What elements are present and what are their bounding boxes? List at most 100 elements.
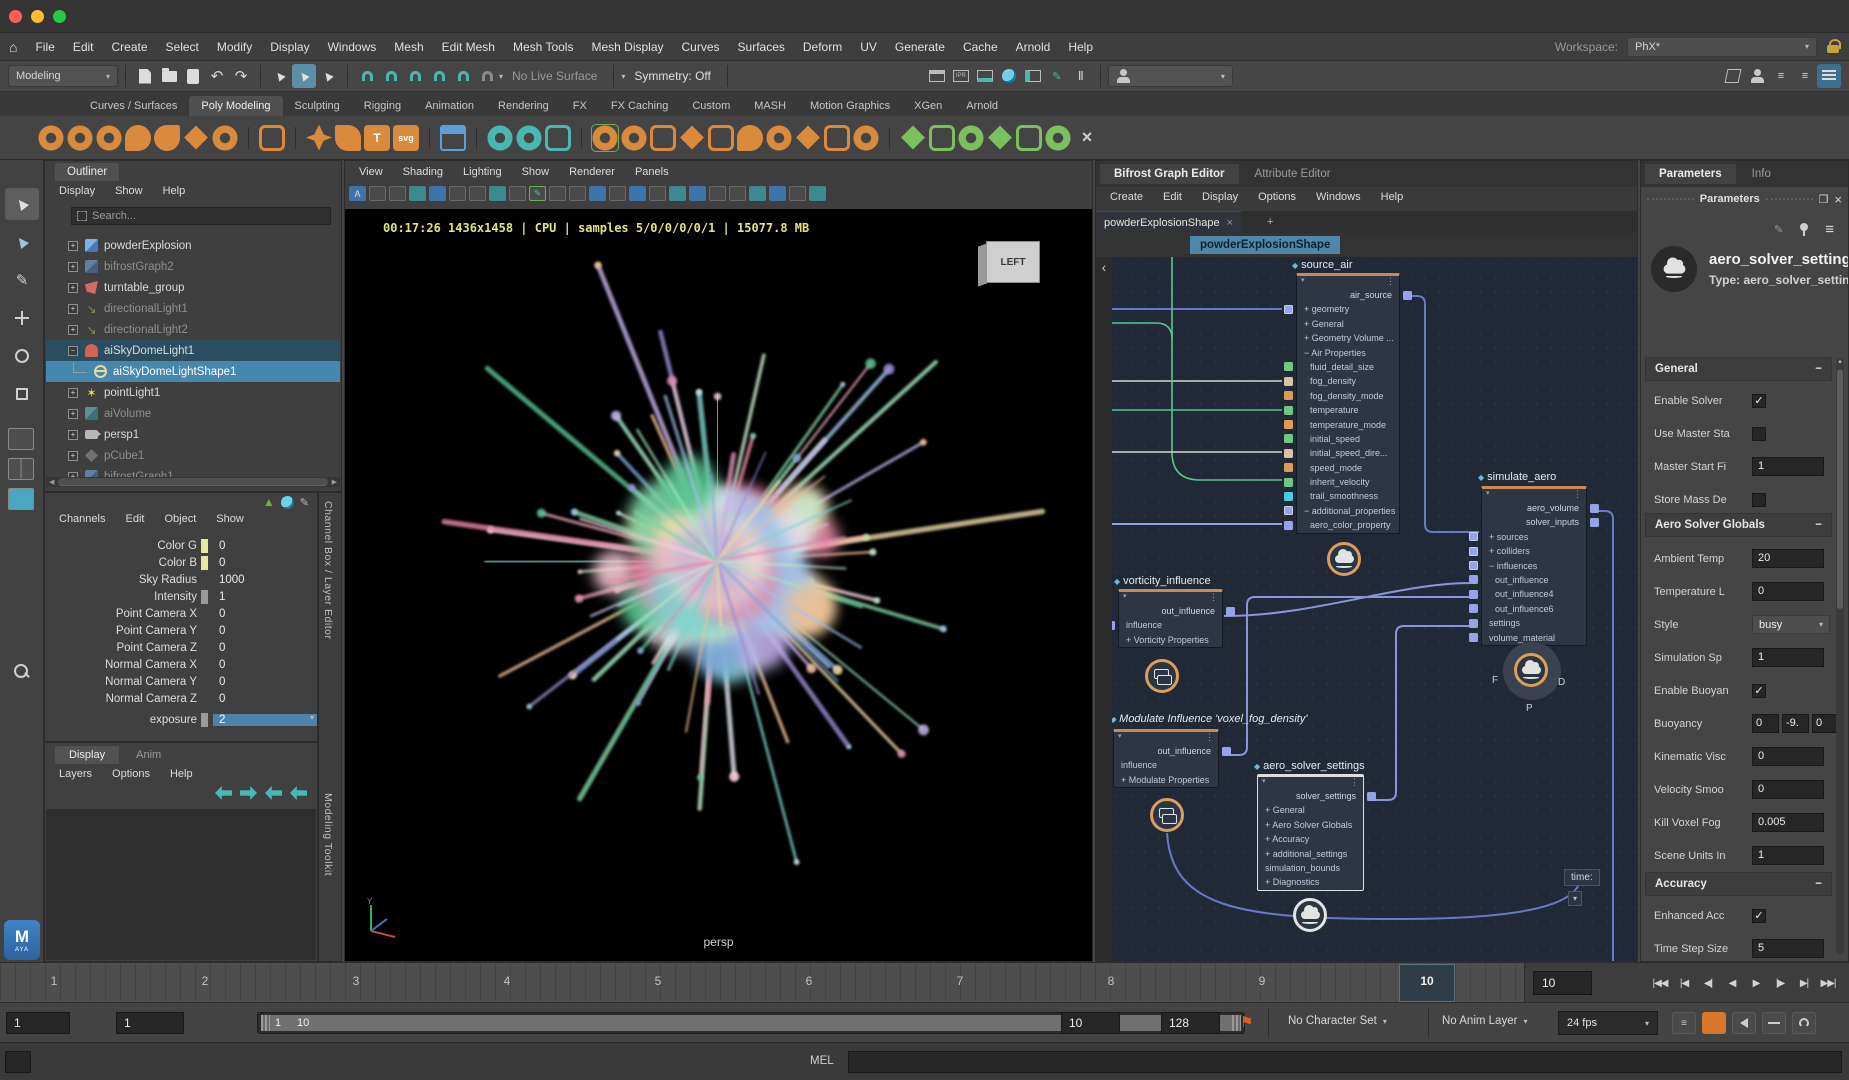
bevel-icon[interactable] (795, 125, 821, 151)
input-port[interactable] (1284, 463, 1293, 472)
frame-tick[interactable]: 3 (353, 974, 360, 988)
frame-tick[interactable]: 2 (202, 974, 209, 988)
frame-tick[interactable]: 5 (655, 974, 662, 988)
character-set-icon[interactable]: ▲ (263, 495, 275, 509)
camera-attributes-icon[interactable] (389, 186, 406, 201)
close-window-icon[interactable] (9, 10, 22, 23)
play-button[interactable]: ▶ (1744, 970, 1768, 996)
shelf-tab[interactable]: Rendering (486, 96, 561, 116)
input-port[interactable] (1469, 633, 1478, 642)
number-field[interactable]: 0.005 (1752, 813, 1824, 832)
channel-object-menu[interactable]: Object (156, 511, 204, 527)
menu-deform[interactable]: Deform (794, 40, 851, 54)
wheel-d-label[interactable]: D (1558, 677, 1565, 688)
shelf-tab[interactable]: FX Caching (599, 96, 680, 116)
hypershade-icon[interactable]: ✎ (1045, 64, 1069, 88)
shelf-tab[interactable]: Curves / Surfaces (78, 96, 189, 116)
shelf-tab[interactable]: Arnold (954, 96, 1010, 116)
checkbox[interactable] (1752, 427, 1766, 441)
layer-stack-icon[interactable] (1817, 64, 1841, 88)
type-tool-icon[interactable]: T (364, 125, 390, 151)
scale-tool-icon[interactable] (5, 378, 39, 410)
graph-edit-menu[interactable]: Edit (1155, 189, 1190, 209)
frame-tick[interactable]: 9 (1259, 974, 1266, 988)
input-port[interactable] (1284, 449, 1293, 458)
menu-icon[interactable]: ≡ (1825, 221, 1834, 238)
character-set-select[interactable]: No Character Set▾ (1288, 1015, 1387, 1027)
layer-options-menu[interactable]: Options (104, 766, 158, 782)
maya-home-icon[interactable]: ⌂ (0, 39, 26, 55)
tab-channel-box-layer-editor[interactable]: Channel Box / Layer Editor (322, 501, 334, 640)
plane-tool-icon[interactable] (183, 125, 209, 151)
paint-select-tool-icon[interactable]: ✎ (5, 264, 39, 296)
layer-tab-anim[interactable]: Anim (122, 746, 175, 764)
number-field[interactable]: 0 (1812, 714, 1839, 733)
breadcrumb-chip[interactable]: powderExplosionShape (1190, 236, 1340, 254)
select-camera-icon[interactable]: A (349, 186, 366, 201)
field-chart-icon[interactable] (569, 186, 586, 201)
input-port[interactable] (1284, 506, 1293, 515)
outliner-h-scrollbar[interactable]: ◀ ▶ (46, 477, 340, 487)
shelf-tab[interactable]: XGen (902, 96, 954, 116)
textured-icon[interactable] (709, 186, 726, 201)
lighting-menu[interactable]: Lighting (455, 164, 510, 180)
symmetry-label[interactable]: Symmetry: Off (625, 69, 719, 83)
rotate-tool-icon[interactable] (5, 340, 39, 372)
node-vorticity-influence[interactable]: ▾⋮ out_influence influence + Vorticity P… (1118, 589, 1223, 648)
fps-select[interactable]: 24 fps▾ (1558, 1011, 1658, 1035)
menu-uv[interactable]: UV (851, 40, 886, 54)
ep-curve-icon[interactable] (621, 125, 647, 151)
snap-to-view-plane-icon[interactable] (451, 64, 475, 88)
input-port-geometry[interactable] (1284, 305, 1293, 314)
command-input[interactable] (848, 1051, 1842, 1073)
pause-viewport-icon[interactable]: Ⅱ (1069, 64, 1093, 88)
view-cube[interactable]: LEFT (986, 241, 1040, 283)
section-general[interactable]: General− (1645, 357, 1832, 381)
shelf-tab[interactable]: Motion Graphics (798, 96, 902, 116)
source-air-cloud-badge[interactable] (1327, 542, 1361, 576)
open-scene-icon[interactable] (157, 64, 181, 88)
gate-mask-icon[interactable] (549, 186, 566, 201)
graph-windows-menu[interactable]: Windows (1308, 189, 1369, 209)
step-forward-frame-button[interactable]: |▶ (1768, 970, 1792, 996)
channel-row[interactable]: Color G0 (45, 537, 317, 554)
outliner-item-directionalLight2[interactable]: +↘directionalLight2 (46, 319, 327, 340)
tab-bifrost-graph-editor[interactable]: Bifrost Graph Editor (1100, 164, 1239, 184)
shelf-tab[interactable]: Sculpting (283, 96, 352, 116)
ao-icon[interactable] (769, 186, 786, 201)
node-label-modulate-influence[interactable]: ◆Modulate Influence 'voxel_fog_density' (1110, 713, 1307, 725)
renderer-menu[interactable]: Renderer (561, 164, 623, 180)
current-frame-tick[interactable]: 10 (1420, 974, 1433, 988)
menu-edit[interactable]: Edit (64, 40, 103, 54)
output-port[interactable] (1403, 291, 1412, 300)
shelf-tab-active[interactable]: Poly Modeling (189, 96, 282, 116)
time-node-expander[interactable]: ▾ (1568, 891, 1582, 906)
shelf-tab[interactable]: MASH (742, 96, 798, 116)
cone-tool-icon[interactable] (125, 125, 151, 151)
undo-icon[interactable]: ↶ (205, 64, 229, 88)
menu-mesh[interactable]: Mesh (385, 40, 432, 54)
view-menu[interactable]: View (351, 164, 391, 180)
channel-row[interactable]: Intensity1 (45, 588, 317, 605)
curve-tool-icon[interactable] (592, 125, 618, 151)
shadows-icon[interactable] (749, 186, 766, 201)
resolution-gate-icon[interactable] (589, 186, 606, 201)
input-port[interactable] (1469, 590, 1478, 599)
command-language-label[interactable]: MEL (810, 1055, 834, 1067)
move-tool-icon[interactable] (5, 302, 39, 334)
frame-tick[interactable]: 8 (1108, 974, 1115, 988)
menu-select[interactable]: Select (157, 40, 208, 54)
number-field[interactable]: -9. (1782, 714, 1809, 733)
channel-show-menu[interactable]: Show (208, 511, 252, 527)
zoom-window-icon[interactable] (53, 10, 66, 23)
outliner-item-pointLight1[interactable]: +✶pointLight1 (46, 382, 327, 403)
ui-table-icon[interactable] (440, 125, 466, 151)
multi-cut-icon[interactable] (679, 125, 705, 151)
section-accuracy[interactable]: Accuracy− (1645, 872, 1832, 896)
step-back-frame-button[interactable]: ◀| (1696, 970, 1720, 996)
new-layer-icon[interactable] (290, 786, 307, 800)
lasso-tool-icon[interactable] (5, 226, 39, 258)
node-label-vorticity-influence[interactable]: ◆vorticity_influence (1114, 575, 1211, 587)
playback-options-icon[interactable]: ≡ (1672, 1012, 1696, 1034)
mirror-icon[interactable] (824, 125, 850, 151)
